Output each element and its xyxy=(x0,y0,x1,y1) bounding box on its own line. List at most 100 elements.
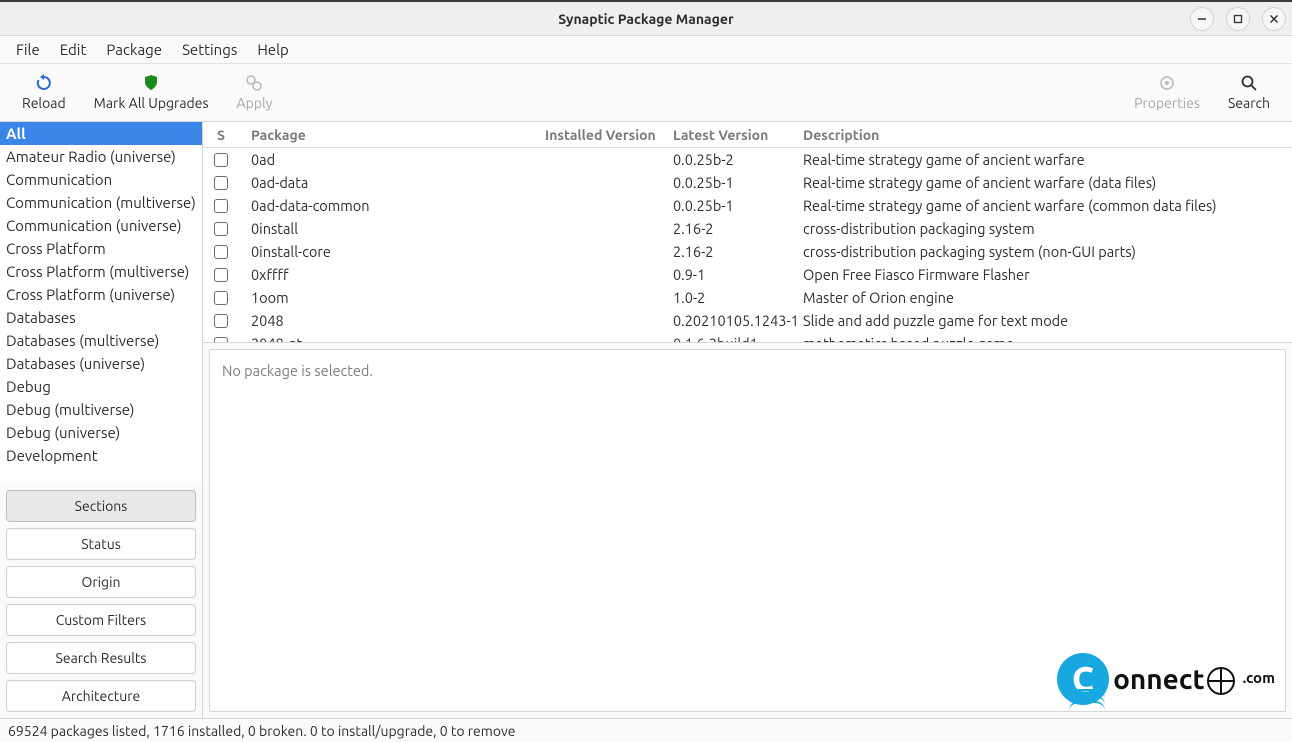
category-item[interactable]: Debug xyxy=(0,375,202,398)
latest-version: 0.20210105.1243-1 xyxy=(673,312,803,329)
search-button[interactable]: Search xyxy=(1214,70,1284,115)
detail-empty-text: No package is selected. xyxy=(222,362,373,379)
description: Real-time strategy game of ancient warfa… xyxy=(803,197,1292,214)
package-checkbox[interactable] xyxy=(214,199,228,213)
window-controls xyxy=(1190,7,1286,31)
filter-architecture[interactable]: Architecture xyxy=(6,680,196,712)
menu-help[interactable]: Help xyxy=(247,37,298,62)
latest-version: 2.16-2 xyxy=(673,220,803,237)
category-item[interactable]: Databases (multiverse) xyxy=(0,329,202,352)
latest-version: 0.0.25b-1 xyxy=(673,197,803,214)
window-title: Synaptic Package Manager xyxy=(558,11,733,27)
latest-version: 2.16-2 xyxy=(673,243,803,260)
package-name: 0install xyxy=(239,220,545,237)
filter-custom-filters[interactable]: Custom Filters xyxy=(6,604,196,636)
reload-button[interactable]: Reload xyxy=(8,70,80,115)
maximize-button[interactable] xyxy=(1226,7,1250,31)
col-s[interactable]: S xyxy=(203,127,239,143)
category-item[interactable]: All xyxy=(0,122,202,145)
package-table-header: S Package Installed Version Latest Versi… xyxy=(203,122,1292,148)
filter-origin[interactable]: Origin xyxy=(6,566,196,598)
table-row[interactable]: 0ad 0.0.25b-2Real-time strategy game of a… xyxy=(203,148,1292,171)
package-name: 0ad-data xyxy=(239,174,545,191)
detail-pane: No package is selected. C onnect .com xyxy=(209,349,1286,712)
package-table[interactable]: S Package Installed Version Latest Versi… xyxy=(203,122,1292,343)
category-item[interactable]: Databases xyxy=(0,306,202,329)
menu-file[interactable]: File xyxy=(6,37,50,62)
package-name: 1oom xyxy=(239,289,545,306)
menu-settings[interactable]: Settings xyxy=(172,37,247,62)
category-item[interactable]: Debug (multiverse) xyxy=(0,398,202,421)
filter-buttons: Sections Status Origin Custom Filters Search… xyxy=(0,484,202,718)
shield-icon xyxy=(142,74,160,92)
col-latest[interactable]: Latest Version xyxy=(673,127,803,143)
properties-label: Properties xyxy=(1134,95,1200,111)
table-row[interactable]: 0xffff0.9-1Open Free Fiasco Firmware Fla… xyxy=(203,263,1292,286)
category-item[interactable]: Cross Platform (multiverse) xyxy=(0,260,202,283)
apply-label: Apply xyxy=(237,95,273,111)
package-checkbox[interactable] xyxy=(214,222,228,236)
category-item[interactable]: Communication (universe) xyxy=(0,214,202,237)
watermark-dotcom: .com xyxy=(1243,669,1275,686)
package-name: 0ad-data-common xyxy=(239,197,545,214)
filter-sections[interactable]: Sections xyxy=(6,490,196,522)
category-item[interactable]: Debug (universe) xyxy=(0,421,202,444)
statusbar-text: 69524 packages listed, 1716 installed, 0… xyxy=(8,723,516,739)
table-row[interactable]: 2048 0.20210105.1243-1Slide and add puzzl… xyxy=(203,309,1292,332)
filter-search-results[interactable]: Search Results xyxy=(6,642,196,674)
col-installed[interactable]: Installed Version xyxy=(545,127,673,143)
watermark-waves-icon xyxy=(1069,693,1105,711)
reload-icon xyxy=(35,74,53,92)
category-item[interactable]: Communication (multiverse) xyxy=(0,191,202,214)
globe-icon xyxy=(1207,667,1235,695)
category-item[interactable]: Development xyxy=(0,444,202,467)
description: Open Free Fiasco Firmware Flasher xyxy=(803,266,1292,283)
category-list[interactable]: AllAmateur Radio (universe)Communication… xyxy=(0,122,202,484)
table-row[interactable]: 1oom 1.0-2Master of Orion engine xyxy=(203,286,1292,309)
category-item[interactable]: Databases (universe) xyxy=(0,352,202,375)
latest-version: 1.0-2 xyxy=(673,289,803,306)
package-checkbox[interactable] xyxy=(214,337,228,344)
package-name: 2048 xyxy=(239,312,545,329)
close-button[interactable] xyxy=(1262,7,1286,31)
description: mathematics based puzzle game xyxy=(803,335,1292,343)
minimize-button[interactable] xyxy=(1190,7,1214,31)
menu-edit[interactable]: Edit xyxy=(50,37,97,62)
table-row[interactable]: 0ad-data0.0.25b-1Real-time strategy game… xyxy=(203,171,1292,194)
titlebar: Synaptic Package Manager xyxy=(0,0,1292,36)
apply-button: Apply xyxy=(223,70,287,115)
category-item[interactable]: Communication xyxy=(0,168,202,191)
package-checkbox[interactable] xyxy=(214,291,228,305)
menu-package[interactable]: Package xyxy=(96,37,172,62)
description: Master of Orion engine xyxy=(803,289,1292,306)
description: cross-distribution packaging system (non… xyxy=(803,243,1292,260)
table-row[interactable]: 0ad-data-common 0.0.25b-1Real-time strate… xyxy=(203,194,1292,217)
mark-all-upgrades-button[interactable]: Mark All Upgrades xyxy=(80,70,223,115)
mark-all-label: Mark All Upgrades xyxy=(94,95,209,111)
package-checkbox[interactable] xyxy=(214,153,228,167)
filter-status[interactable]: Status xyxy=(6,528,196,560)
package-checkbox[interactable] xyxy=(214,268,228,282)
latest-version: 0.0.25b-1 xyxy=(673,174,803,191)
package-checkbox[interactable] xyxy=(214,314,228,328)
latest-version: 0.0.25b-2 xyxy=(673,151,803,168)
table-row[interactable]: 0install-core2.16-2cross-distribution pa… xyxy=(203,240,1292,263)
package-name: 0ad xyxy=(239,151,545,168)
menubar: File Edit Package Settings Help xyxy=(0,36,1292,64)
description: Real-time strategy game of ancient warfa… xyxy=(803,151,1292,168)
watermark-logo: C onnect .com xyxy=(1057,653,1275,705)
package-checkbox[interactable] xyxy=(214,245,228,259)
statusbar: 69524 packages listed, 1716 installed, 0… xyxy=(0,718,1292,742)
right-panel: S Package Installed Version Latest Versi… xyxy=(203,122,1292,718)
description: Slide and add puzzle game for text mode xyxy=(803,312,1292,329)
table-row[interactable]: 0install2.16-2cross-distribution packagi… xyxy=(203,217,1292,240)
col-package[interactable]: Package xyxy=(239,127,545,143)
category-item[interactable]: Cross Platform xyxy=(0,237,202,260)
table-row[interactable]: 2048-qt0.1.6-2build1mathematics based pu… xyxy=(203,332,1292,343)
col-description[interactable]: Description xyxy=(803,127,1292,143)
package-checkbox[interactable] xyxy=(214,176,228,190)
gear-icon xyxy=(1158,74,1176,92)
category-item[interactable]: Cross Platform (universe) xyxy=(0,283,202,306)
toolbar: Reload Mark All Upgrades Apply Propertie… xyxy=(0,64,1292,122)
category-item[interactable]: Amateur Radio (universe) xyxy=(0,145,202,168)
